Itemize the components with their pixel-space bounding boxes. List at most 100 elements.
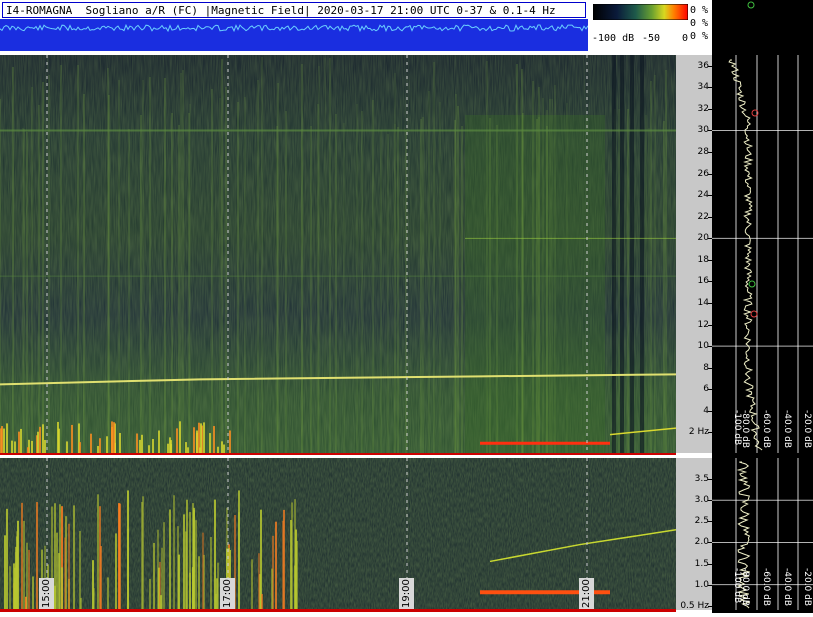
top-dark-band-1 (620, 55, 624, 454)
top-burst-34 (152, 438, 154, 454)
top-burst-44 (119, 432, 121, 454)
bottom-burst-109 (17, 520, 19, 610)
colorbar-max-label: 0 (682, 33, 689, 44)
top-burst-14 (209, 433, 211, 454)
y-tick-bottom-3: 2.0 (694, 537, 709, 548)
bottom-burst-30 (107, 577, 109, 610)
time-tick-0: 15:00 (39, 578, 54, 609)
top-burst-35 (111, 426, 113, 454)
spectrogram-bottom (0, 458, 676, 610)
bottom-burst-60 (178, 554, 180, 610)
top-burst-31 (42, 424, 44, 454)
top-burst-45 (3, 428, 5, 454)
bottom-burst-6 (210, 536, 212, 610)
bottom-burst-59 (73, 505, 75, 610)
colorbar-pct-2: 0 % (690, 18, 709, 29)
waveform-background (0, 19, 588, 51)
bottom-burst-74 (189, 572, 191, 610)
spectrum-profile-panel: -100 dB -80.0 dB -60.0 dB -40.0 dB -20.0 dB … (712, 0, 813, 613)
top-dark-band-3 (640, 55, 644, 454)
top-burst-57 (18, 431, 20, 454)
top-burst-32 (213, 426, 215, 454)
y-tick-bottom-1: 1.0 (694, 579, 709, 590)
db-tick-bottom-3: -40.0 dB (782, 568, 792, 607)
top-burst-15 (90, 433, 92, 454)
bottom-burst-75 (97, 494, 99, 610)
top-burst-7 (139, 439, 141, 454)
colorbar-pct-1: 0 % (690, 5, 709, 16)
colorbar-mid-label: -50 (642, 33, 661, 44)
bottom-burst-87 (13, 563, 15, 610)
y-tick-bottom-6: 3.5 (694, 474, 709, 485)
bottom-burst-25 (59, 504, 61, 610)
bottom-burst-104 (186, 499, 188, 610)
bottom-burst-45 (115, 533, 117, 610)
time-tick-1: 17:00 (220, 578, 235, 609)
chart-title: I4-ROMAGNA Sogliano a/R (FC) |Magnetic F… (6, 4, 556, 17)
bottom-red-baseline (0, 609, 676, 612)
bottom-burst-99 (183, 514, 185, 610)
top-burst-26 (1, 426, 3, 454)
bottom-burst-70 (127, 490, 129, 610)
top-burst-25 (37, 431, 39, 454)
bottom-burst-20 (153, 542, 155, 610)
bottom-burst-93 (54, 585, 56, 610)
colorbar-pct-3: 0 % (690, 31, 709, 42)
bottom-burst-78 (68, 523, 70, 610)
time-tick-3: 21:00 (579, 578, 594, 609)
bottom-burst-96 (157, 529, 159, 610)
y-tick-bottom-0: 0.5 Hz (680, 600, 709, 611)
bottom-burst-72 (149, 578, 151, 610)
spectrogram-bright-region (465, 115, 605, 454)
db-tick-top-1: -80.0 dB (740, 410, 750, 449)
bottom-burst-29 (9, 566, 11, 610)
y-axis-top: 2 Hz 4 6 8 10 12 14 16 18 20 22 24 26 28 30 32 34 36 (676, 55, 712, 453)
title-box: I4-ROMAGNA Sogliano a/R (FC) |Magnetic F… (2, 2, 586, 18)
bottom-burst-63 (238, 490, 240, 610)
bottom-burst-48 (163, 522, 165, 610)
bottom-burst-84 (275, 521, 277, 610)
db-tick-bottom-4: -20.0 dB (802, 568, 812, 607)
y-tick-bottom-5: 3.0 (694, 495, 709, 506)
top-burst-52 (193, 427, 195, 454)
bottom-burst-8 (290, 519, 292, 610)
db-tick-top-3: -40.0 dB (782, 410, 792, 449)
y-tick-bottom-4: 2.5 (694, 516, 709, 527)
db-tick-top-4: -20.0 dB (802, 410, 812, 449)
bottom-burst-89 (193, 509, 195, 610)
waveform-strip (0, 19, 588, 51)
top-burst-59 (39, 426, 41, 454)
bottom-burst-95 (64, 537, 66, 610)
db-tick-top-2: -60.0 dB (761, 410, 771, 449)
bottom-burst-105 (202, 532, 204, 610)
top-burst-53 (200, 423, 202, 454)
bottom-burst-106 (61, 567, 63, 610)
bottom-burst-35 (258, 553, 260, 610)
profile-marker-green-2 (748, 280, 756, 288)
bottom-burst-107 (271, 568, 273, 610)
top-burst-56 (179, 421, 181, 454)
bottom-burst-53 (36, 502, 38, 610)
header: I4-ROMAGNA Sogliano a/R (FC) |Magnetic F… (0, 0, 590, 51)
bottom-burst-92 (100, 546, 102, 610)
top-burst-21 (203, 422, 205, 454)
bottom-burst-108 (295, 529, 297, 610)
colorbar-min-label: -100 dB (592, 33, 635, 44)
top-burst-6 (229, 430, 231, 454)
colorbar-legend: -100 dB -50 0 0 % 0 % 0 % (590, 0, 713, 51)
top-burst-51 (20, 428, 22, 454)
bottom-burst-80 (4, 535, 6, 610)
top-burst-4 (158, 430, 160, 454)
bottom-burst-47 (21, 502, 23, 610)
top-burst-10 (57, 421, 59, 454)
bottom-burst-101 (56, 532, 58, 610)
bottom-burst-3 (173, 495, 175, 610)
bottom-burst-103 (195, 520, 197, 610)
bottom-burst-102 (32, 576, 34, 610)
top-burst-48 (71, 424, 73, 454)
top-burst-11 (106, 436, 108, 454)
db-tick-bottom-1: -80.0 dB (740, 568, 750, 607)
bottom-burst-19 (214, 499, 216, 610)
spectrum-profile-plot (712, 1, 813, 610)
top-burst-28 (99, 438, 101, 454)
